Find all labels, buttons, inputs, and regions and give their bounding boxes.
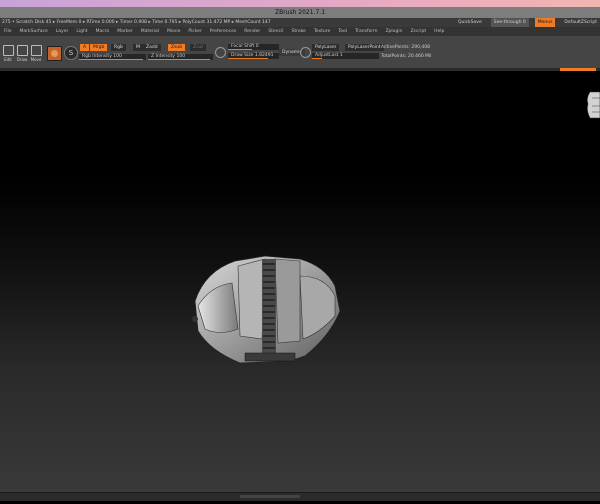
status-readout: 275 • Scratch Disk 45 ▸ FreeMem 0 ▸ RTim… — [2, 20, 271, 25]
menu-macro[interactable]: Macro — [92, 27, 114, 36]
zcut-button[interactable]: Zcut — [190, 44, 207, 51]
menu-marksurface[interactable]: MarkSurface — [16, 27, 52, 36]
brush-icon[interactable] — [47, 46, 62, 61]
menu-zscript[interactable]: Zscript — [406, 27, 430, 36]
zsub-button[interactable]: Zsub — [168, 44, 186, 51]
quicksave-button[interactable]: QuickSave — [455, 18, 485, 27]
menu-preferences[interactable]: Preferences — [206, 27, 240, 36]
stroke-mode-icon[interactable] — [215, 47, 226, 58]
menu-light[interactable]: Light — [72, 27, 91, 36]
zadd-button[interactable]: Zadd — [143, 44, 161, 51]
polylaser-button[interactable]: PolyLaser — [312, 44, 340, 51]
menu-tool[interactable]: Tool — [334, 27, 351, 36]
draw-button[interactable]: Draw — [16, 45, 28, 62]
menu-material[interactable]: Material — [137, 27, 163, 36]
rgb-button[interactable]: Rgb — [111, 44, 126, 51]
menu-layer[interactable]: Layer — [52, 27, 73, 36]
edit-button[interactable]: Edit — [2, 45, 14, 62]
armor-model[interactable] — [192, 255, 341, 364]
status-bar: 275 • Scratch Disk 45 ▸ FreeMem 0 ▸ RTim… — [0, 18, 600, 27]
menu-movie[interactable]: Movie — [163, 27, 184, 36]
see-through-slider[interactable]: See-through 0 — [490, 18, 529, 27]
main-menu-bar: File MarkSurface Layer Light Macro Marke… — [0, 27, 600, 36]
default-zscript-button[interactable]: DefaultZScript — [561, 18, 600, 27]
move-button[interactable]: Move — [30, 45, 42, 62]
bottom-tray-handle[interactable] — [240, 495, 300, 498]
polylaser-point-button[interactable]: PolyLaserPoint — [345, 44, 384, 51]
sculpt-viewport[interactable] — [0, 71, 600, 500]
top-shelf-toolbar: Edit Draw Move S A Mrgb Rgb M Zadd Zsub … — [0, 36, 600, 68]
menu-stroke[interactable]: Stroke — [287, 27, 309, 36]
top-window-strip — [0, 0, 600, 7]
mrgb-button[interactable]: Mrgb — [90, 44, 108, 51]
a-toggle[interactable]: A — [80, 44, 90, 51]
polypaint-icon[interactable] — [300, 47, 311, 58]
menu-texture[interactable]: Texture — [310, 27, 334, 36]
menus-toggle[interactable]: Menus — [534, 18, 556, 27]
total-points-readout: TotalPoints: 20.460 Mil — [381, 54, 432, 59]
focal-shift-slider[interactable]: Focal Shift 0 — [228, 44, 279, 50]
menu-render[interactable]: Render — [240, 27, 264, 36]
menu-transform[interactable]: Transform — [351, 27, 381, 36]
menu-stencil[interactable]: Stencil — [264, 27, 287, 36]
m-button[interactable]: M — [133, 44, 143, 51]
move-icon — [30, 45, 42, 56]
menu-file[interactable]: File — [0, 27, 16, 36]
menu-picker[interactable]: Picker — [184, 27, 205, 36]
window-title: ZBrush 2021.7.1 — [0, 7, 600, 18]
menu-marker[interactable]: Marker — [113, 27, 137, 36]
edit-icon — [2, 45, 14, 56]
adjust-last-slider[interactable]: AdjustLast 1 — [312, 53, 379, 59]
draw-size-slider[interactable]: Draw Size 1.82491 — [228, 53, 279, 59]
document-canvas[interactable] — [0, 71, 600, 500]
active-points-readout: ActivePoints: 290,408 — [381, 45, 430, 50]
stroke-icon[interactable]: S — [64, 46, 78, 60]
menu-zplugin[interactable]: Zplugin — [381, 27, 406, 36]
draw-icon — [16, 45, 28, 56]
z-intensity-slider[interactable]: Z Intensity 100 — [148, 54, 213, 60]
menu-help[interactable]: Help — [430, 27, 448, 36]
rgb-intensity-slider[interactable]: Rgb Intensity 100 — [79, 54, 146, 60]
gizmo-icon[interactable] — [586, 90, 600, 120]
